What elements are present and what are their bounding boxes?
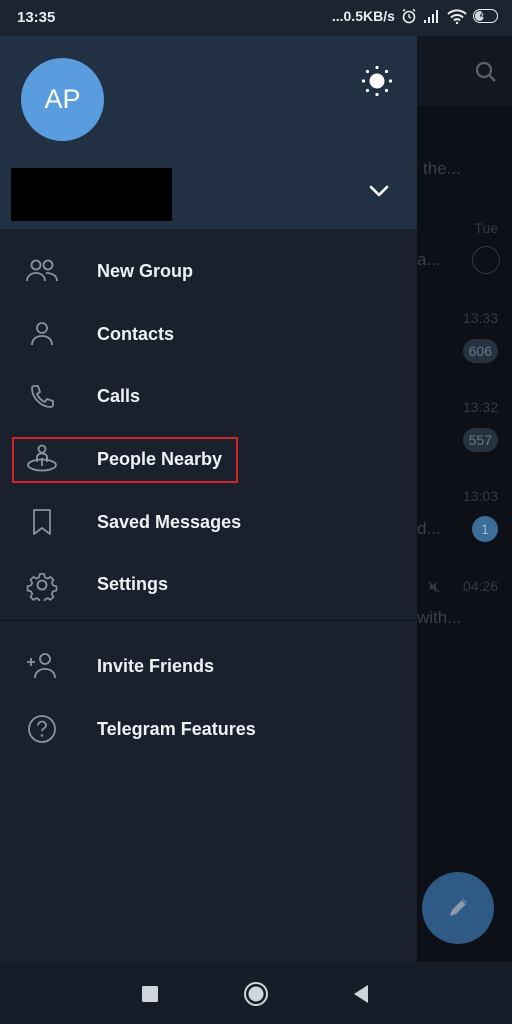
chat-snippet: with...: [417, 608, 462, 627]
status-bar: 13:35 ...0.5KB/s 47: [0, 0, 512, 36]
signal-icon: [423, 10, 438, 23]
menu-item-label: Contacts: [97, 323, 175, 344]
pin-icon: [472, 246, 500, 274]
network-speed: ...0.5KB/s: [331, 8, 395, 24]
menu-item-telegram-features[interactable]: Telegram Features: [0, 698, 417, 761]
battery-level: 47: [479, 10, 491, 21]
alarm-icon: [402, 8, 416, 24]
navigation-drawer: AP New Group Contacts Calls People Nearb…: [0, 36, 417, 962]
menu-item-settings[interactable]: Settings: [0, 553, 417, 616]
phone-icon: [24, 379, 60, 415]
menu-item-invite-friends[interactable]: Invite Friends: [0, 635, 417, 698]
contact-icon: [24, 316, 60, 352]
wifi-icon: [447, 8, 467, 24]
account-name-redacted: [11, 168, 172, 221]
menu-item-new-group[interactable]: New Group: [0, 240, 417, 303]
menu-item-contacts[interactable]: Contacts: [0, 303, 417, 366]
unread-badge: 606: [462, 339, 498, 363]
status-right: ...0.5KB/s 47: [332, 8, 498, 24]
unread-badge: 1: [472, 516, 498, 542]
unread-badge: 557: [462, 428, 498, 452]
drawer-header: AP: [0, 36, 417, 229]
back-button[interactable]: [352, 984, 370, 1004]
chevron-down-icon[interactable]: [368, 184, 390, 198]
group-icon: [24, 253, 60, 289]
status-time: 13:35: [17, 9, 56, 26]
system-nav-bar: [0, 962, 512, 1024]
chat-snippet: the...: [423, 159, 461, 178]
gear-icon: [24, 567, 60, 603]
menu-item-label: Settings: [97, 574, 169, 595]
recents-button[interactable]: [141, 985, 159, 1003]
menu-item-label: New Group: [97, 260, 194, 281]
menu-item-label: Saved Messages: [97, 511, 242, 532]
menu-item-label: Calls: [97, 386, 141, 407]
bookmark-icon: [24, 504, 60, 540]
menu-item-saved-messages[interactable]: Saved Messages: [0, 491, 417, 554]
chat-snippet: a...: [417, 250, 441, 269]
battery-indicator: 47: [472, 9, 498, 23]
pencil-icon: [450, 899, 467, 916]
people-nearby-highlight-box: [12, 437, 238, 483]
menu-item-calls[interactable]: Calls: [0, 365, 417, 428]
add-user-icon: [24, 648, 60, 684]
sun-icon[interactable]: [360, 64, 394, 98]
search-icon[interactable]: [474, 60, 498, 84]
chat-time: Tue: [474, 220, 498, 236]
avatar[interactable]: AP: [21, 58, 104, 141]
compose-button[interactable]: [422, 872, 494, 944]
muted-icon: [428, 581, 440, 593]
drawer-menu: New Group Contacts Calls People Nearby S…: [0, 240, 417, 761]
chat-list-header: [417, 36, 512, 106]
menu-divider: [0, 620, 417, 622]
chat-time: 13:32: [462, 399, 498, 415]
chat-time: 04:26: [462, 578, 498, 594]
chat-time: 13:33: [462, 310, 498, 326]
menu-item-label: Telegram Features: [97, 718, 256, 739]
chat-list-background: the... Tue a... 13:33 606 13:32 557 13:0…: [417, 36, 512, 962]
chat-time: 13:03: [462, 488, 498, 504]
help-icon: [24, 711, 60, 747]
chat-snippet: d...: [417, 519, 441, 538]
menu-item-label: Invite Friends: [97, 655, 215, 676]
home-button[interactable]: [243, 981, 269, 1007]
